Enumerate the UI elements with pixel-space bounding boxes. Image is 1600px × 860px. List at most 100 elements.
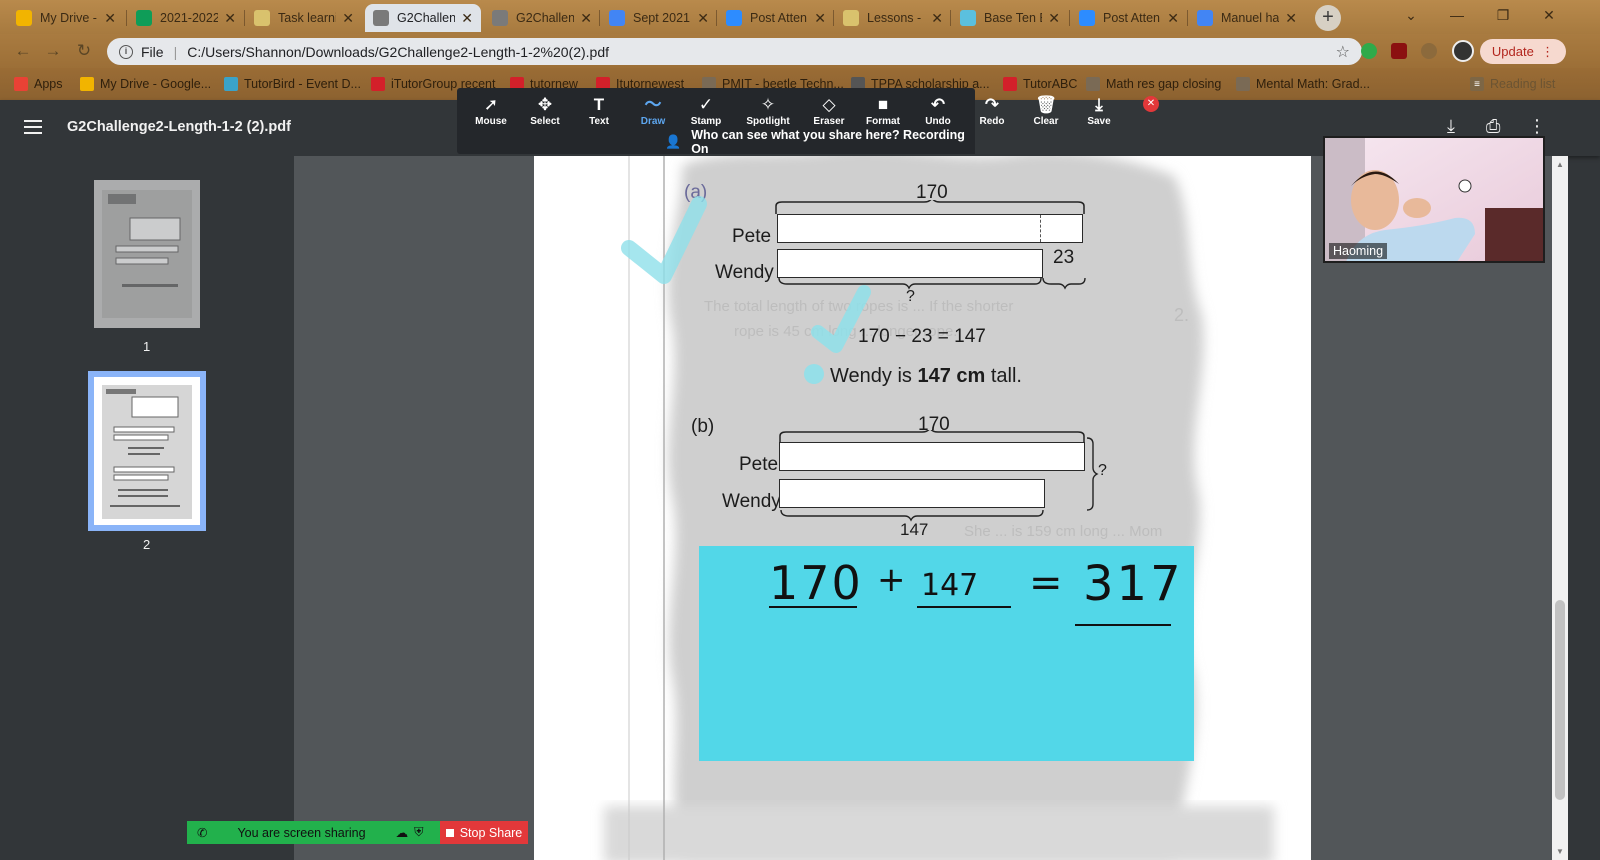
page-thumbnail-1[interactable] [94,180,200,328]
scroll-up-icon[interactable]: ▲ [1556,160,1564,169]
back-icon[interactable]: ← [12,40,34,62]
annotation-tool-label: Mouse [475,116,507,127]
forward-icon[interactable]: → [42,40,64,62]
bookmark-item[interactable]: My Drive - Google... [80,75,211,93]
browser-tab[interactable]: G2Challen ✕ [484,4,600,32]
close-tab-icon[interactable]: ✕ [342,10,354,27]
annotation-tool-format[interactable]: ■ Format [856,94,910,127]
tab-separator [126,10,127,26]
share-cloud-icon: ☁ [395,826,409,840]
annotation-tool-clear[interactable]: 🗑 Clear [1019,94,1073,127]
annotation-tool-mouse[interactable]: ➚ Mouse [464,94,518,127]
print-icon[interactable]: ⎙ [1486,116,1500,137]
sticky-note[interactable]: 170 + 147 = 317 [699,546,1194,761]
more-options-icon[interactable]: ⋮ [1528,116,1546,137]
share-status-text: You are screen sharing [237,825,366,840]
tab-label: Task learni [278,11,337,25]
annotation-tool-text[interactable]: T Text [572,94,626,127]
annotation-tool-redo[interactable]: ↷ Redo [965,94,1019,127]
close-tab-icon[interactable]: ✕ [1048,10,1060,27]
tab-label: Post Atten [1103,11,1160,25]
browser-tab[interactable]: G2Challen ✕ [365,4,481,32]
part-b-wendy-bar [779,479,1045,508]
format-icon: ■ [877,95,889,114]
annotation-tool-draw[interactable]: 〜 Draw [626,94,680,127]
annotation-tool-stamp[interactable]: ✓ Stamp [679,94,733,127]
close-tab-icon[interactable]: ✕ [104,10,116,27]
participant-video[interactable]: Haoming [1323,136,1545,263]
annotation-tool-label: Spotlight [746,116,790,127]
tab-label: Lessons - [867,11,922,25]
annotation-tool-save[interactable]: ⤓ Save [1072,94,1126,127]
close-tab-icon[interactable]: ✕ [931,10,943,27]
browser-tab[interactable]: Manuel ha ✕ [1189,4,1305,32]
browser-tab[interactable]: Post Atten ✕ [718,4,834,32]
part-b-row2-label: Wendy [722,491,781,512]
annotation-tool-undo[interactable]: ↶ Undo [911,94,965,127]
minimize-button[interactable]: — [1434,0,1480,30]
close-tab-icon[interactable]: ✕ [1285,10,1297,27]
close-window-button[interactable]: ✕ [1526,0,1572,30]
close-tab-icon[interactable]: ✕ [224,10,236,27]
globe-icon [1086,77,1100,91]
profile-avatar[interactable] [1452,40,1474,62]
reading-list-label: Reading list [1490,77,1556,91]
restore-button[interactable]: ❐ [1480,0,1526,30]
screen-share-status-bar: ✆ You are screen sharing ☁ ⛨ [187,821,440,844]
page-thumbnail-2[interactable] [88,371,206,531]
new-tab-button[interactable]: + [1315,5,1341,31]
bookmark-item[interactable]: Apps [14,75,63,93]
zoom-icon [1079,10,1095,26]
pdf-scrollbar[interactable]: ▲ ▼ [1552,156,1568,860]
ublock-icon[interactable] [1391,43,1407,59]
menu-icon[interactable] [24,120,42,134]
annotation-tool-select[interactable]: ✥ Select [518,94,572,127]
reload-icon[interactable]: ↻ [73,40,95,62]
close-tab-icon[interactable]: ✕ [461,10,473,27]
annotation-tool-eraser[interactable]: ◇ Eraser [802,94,856,127]
bookmark-item[interactable]: Mental Math: Grad... [1236,75,1370,93]
pdf-page-2: The total length of two ropes is ... If … [534,156,1311,860]
page-number-2: 2 [143,537,151,552]
thumbnail-1-preview [102,190,192,318]
browser-tab[interactable]: Base Ten B ✕ [952,4,1068,32]
close-annotation-icon[interactable]: ✕ [1143,96,1159,112]
reading-list-button[interactable]: ≡ Reading list [1470,75,1555,93]
close-tab-icon[interactable]: ✕ [814,10,826,27]
bookmark-item[interactable]: TutorBird - Event D... [224,75,361,93]
bookmark-star-icon[interactable]: ☆ [1336,42,1350,62]
update-label: Update [1491,44,1534,59]
google-sheets-icon [136,10,152,26]
extensions-icon[interactable] [1421,43,1437,59]
site-info-icon[interactable]: i [119,44,133,59]
address-bar[interactable]: i File | C:/Users/Shannon/Downloads/G2Ch… [107,38,1362,65]
bookmark-item[interactable]: Math res gap closing [1086,75,1221,93]
tab-search-icon[interactable]: ⌄ [1388,0,1434,30]
download-icon[interactable]: ⤓ [1447,116,1455,137]
spotlight-icon: ✧ [760,95,776,114]
recording-notice-text: Who can see what you share here? Recordi… [691,128,965,156]
tab-label: G2Challen [397,11,456,25]
browser-tab[interactable]: Lessons - ✕ [835,4,951,32]
tutorbird-icon [224,77,238,91]
close-tab-icon[interactable]: ✕ [580,10,592,27]
close-tab-icon[interactable]: ✕ [697,10,709,27]
update-button[interactable]: Update ⋮ [1480,39,1566,64]
browser-tab[interactable]: 2021-2022 ✕ [128,4,244,32]
annotation-tool-spotlight[interactable]: ✧ Spotlight [741,94,795,127]
scroll-down-icon[interactable]: ▼ [1556,847,1564,856]
reading-list-icon: ≡ [1470,77,1484,91]
google-docs-icon [1197,10,1213,26]
browser-tab[interactable]: Post Atten ✕ [1071,4,1187,32]
stop-share-button[interactable]: Stop Share [440,821,528,844]
scrollbar-thumb[interactable] [1555,600,1565,800]
extension-puzzle-icon[interactable] [1361,43,1377,59]
recording-notice[interactable]: 👤 Who can see what you share here? Recor… [645,128,975,156]
annotation-tool-label: Eraser [813,116,845,127]
close-tab-icon[interactable]: ✕ [1167,10,1179,27]
browser-tab[interactable]: Task learni ✕ [246,4,362,32]
bookmark-item[interactable]: TutorABC [1003,75,1077,93]
browser-tab[interactable]: My Drive - ✕ [8,4,124,32]
browser-tab[interactable]: Sept 2021 ✕ [601,4,717,32]
google-drive-icon [80,77,94,91]
